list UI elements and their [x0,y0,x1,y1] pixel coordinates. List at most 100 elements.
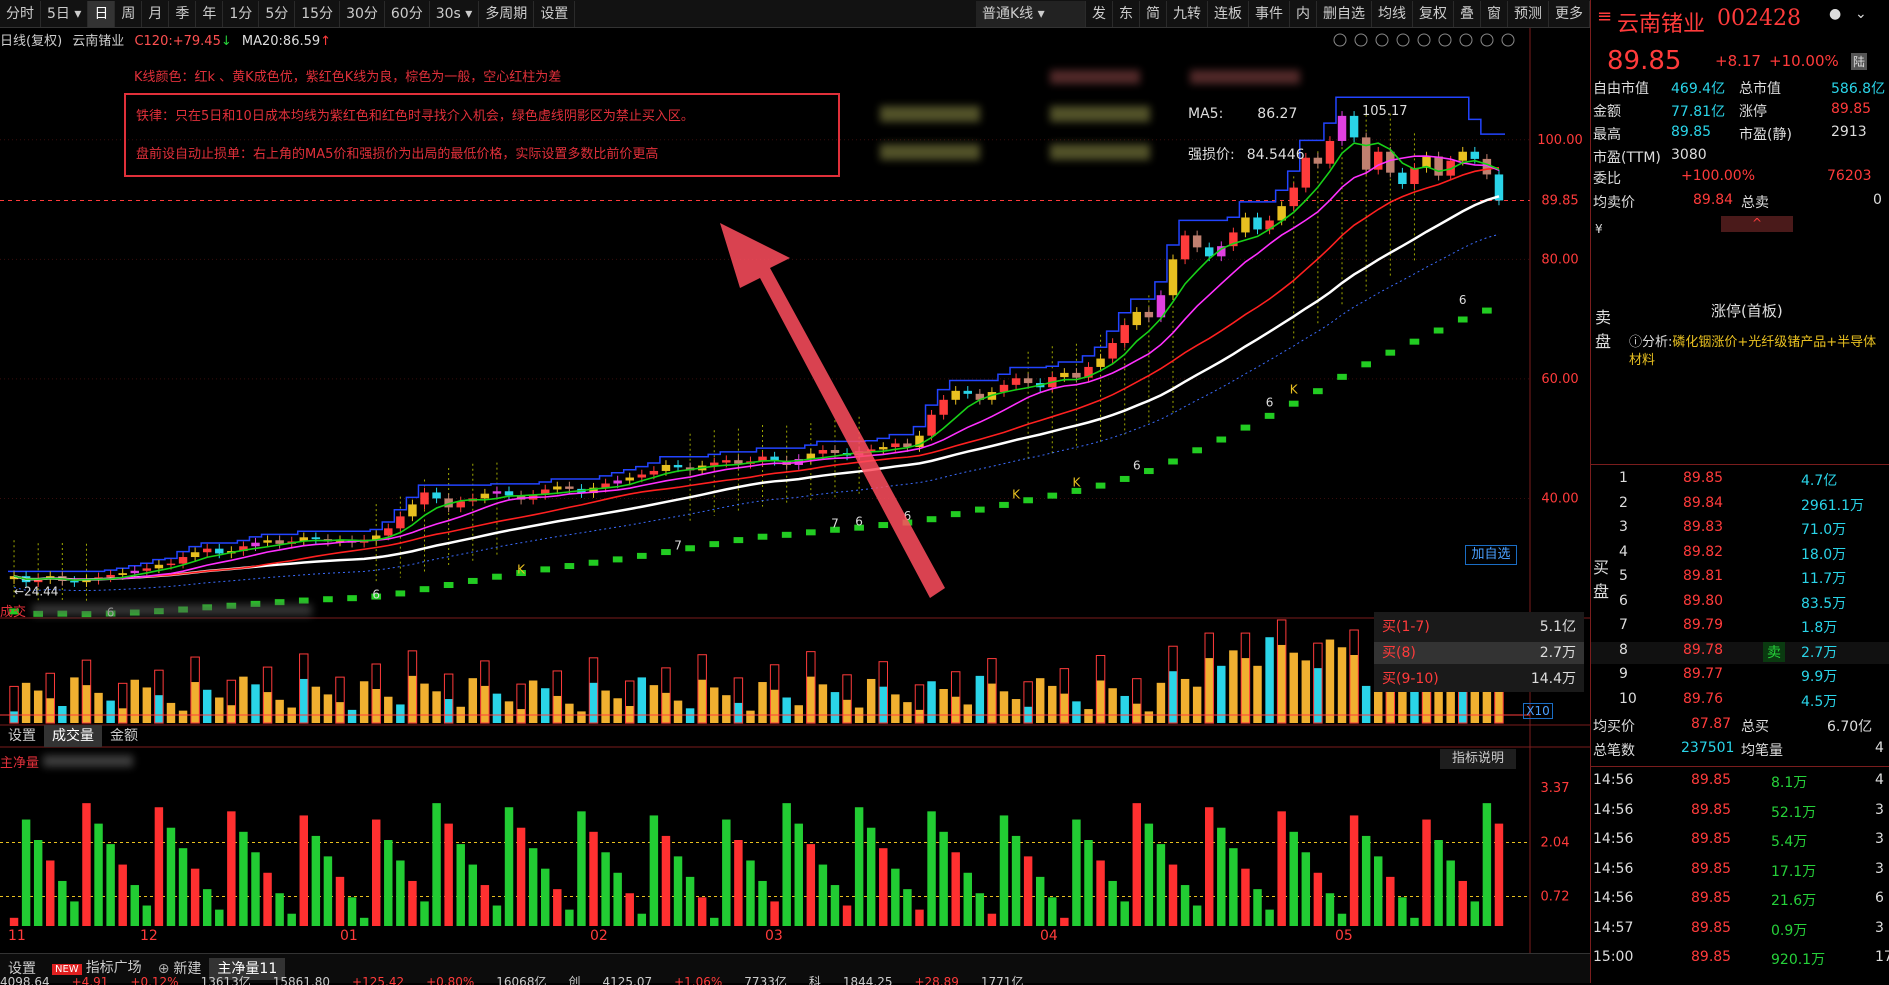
chart-tool-icon[interactable] [1333,33,1347,47]
book-price: 89.76 [1683,690,1724,707]
toolbar-right-13[interactable]: 更多 [1549,0,1590,27]
volume-bar [637,677,647,723]
period-tab-0[interactable]: 分时 [0,0,41,27]
candle-body [1470,151,1480,159]
toolbar-right-11[interactable]: 窗 [1481,0,1508,27]
support-brick [636,552,647,559]
volume-bar [1289,652,1298,723]
book-level: 7 [1619,617,1628,633]
volume-bar [1180,678,1190,723]
toolbar-right-8[interactable]: 均线 [1372,0,1413,27]
netflow-bar [82,803,91,926]
netflow-bar [1204,807,1214,926]
toolbar-right-3[interactable]: 九转 [1167,0,1208,27]
netflow-bar [347,897,357,926]
volume-bar [82,685,91,723]
candle-body [396,516,405,529]
tick-price: 89.85 [1691,801,1732,818]
chart-tool-icon[interactable] [1459,33,1473,47]
toolbar-right-12[interactable]: 预测 [1508,0,1549,27]
netflow-bar [649,815,659,926]
netflow-bar [1277,811,1286,926]
toolbar-right-1[interactable]: 东 [1113,0,1140,27]
kline-mode-select[interactable]: 普通K线 ▾ [976,0,1086,27]
toolbar-right-10[interactable]: 叠 [1454,0,1481,27]
toolbar-right-4[interactable]: 连板 [1208,0,1249,27]
candle-body [480,493,490,499]
chart-tool-icon[interactable] [1375,33,1389,47]
netflow-bar [1289,831,1298,926]
period-tab-6[interactable]: 年 [196,0,224,27]
quote-row: 14:56 89.85 17.1万 3 [1591,861,1889,883]
period-tab-10[interactable]: 30分 [340,0,385,27]
book-volume: 2.7万 [1801,644,1838,661]
total-buy-label: 总买 [1741,719,1769,735]
indicator-explain-button[interactable]: 指标说明 [1440,749,1516,769]
netflow-bar [770,901,779,926]
stat-label: 总市值 [1739,81,1781,97]
volume-tab-2[interactable]: 金额 [102,725,146,747]
tick-time: 14:56 [1593,860,1634,877]
period-tab-7[interactable]: 1分 [223,0,260,27]
volume-bar [722,695,731,723]
period-tab-8[interactable]: 5分 [259,0,296,27]
volume-bar [565,703,574,723]
period-tab-13[interactable]: 多周期 [479,0,535,27]
chart-tool-icon[interactable] [1480,33,1494,47]
x10-toggle[interactable]: X10 [1523,703,1553,719]
netflow-bar [1011,835,1021,926]
tick-volume: 17.1万 [1771,863,1817,880]
book-level: 5 [1619,568,1628,584]
toolbar-right-7[interactable]: 删自选 [1317,0,1372,27]
book-volume: 2961.1万 [1801,497,1864,514]
chart-tool-icon[interactable] [1354,33,1368,47]
netflow-bar [1386,876,1395,926]
candle-body [1168,259,1178,296]
chart-tool-icon[interactable] [1417,33,1431,47]
candle-body [178,557,188,564]
candle-body [166,563,176,566]
netflow-bar [166,827,176,926]
period-tab-9[interactable]: 15分 [295,0,341,27]
period-tab-4[interactable]: 月 [142,0,170,27]
period-tab-1[interactable]: 5日 ▾ [41,0,89,27]
ticks-divider [1591,766,1889,767]
toolbar-right-5[interactable]: 事件 [1249,0,1290,27]
candle-body [263,540,272,543]
price-pct: +10.00% [1769,52,1839,70]
sell-tag: 卖 [1763,641,1785,662]
period-tab-12[interactable]: 30s ▾ [430,0,480,27]
period-tab-11[interactable]: 60分 [385,0,430,27]
toolbar-right-9[interactable]: 复权 [1413,0,1454,27]
stoploss-label: 强损价: [1188,147,1235,163]
analysis-block[interactable]: ⓘ分析:磷化铟涨价+光纤级锗产品+半导体材料 [1629,334,1879,370]
chart-tool-icon[interactable] [1438,33,1452,47]
add-favorite-button[interactable]: 加自选 [1465,545,1517,565]
toolbar-right-2[interactable]: 简 [1140,0,1167,27]
chart-tool-icon[interactable] [1501,33,1515,47]
period-tab-5[interactable]: 季 [169,0,197,27]
volume-tab-1[interactable]: 成交量 [44,725,102,747]
volume-tab-0[interactable]: 设置 [0,725,44,747]
netflow-bar [371,819,381,926]
toolbar-right-0[interactable]: 发 [1086,0,1113,27]
tape-item: 15861.80 [272,975,331,985]
candle-body [1072,372,1081,378]
netflow-bar [504,807,514,926]
netflow-title: 主净量 [0,752,134,771]
volume-bar [130,679,139,723]
volume-bar [1217,665,1226,723]
tape-item: +125.42 [352,975,405,985]
chart-tool-icon[interactable] [1396,33,1410,47]
netflow-bar [661,835,671,926]
toolbar-right-6[interactable]: 内 [1290,0,1317,27]
period-tab-3[interactable]: 周 [115,0,143,27]
netflow-bar [830,885,840,926]
netflow-bar [794,823,803,926]
support-brick [661,549,671,556]
candle-body [1253,217,1262,230]
volume-bar [975,675,985,723]
period-tab-14[interactable]: 设置 [534,0,576,27]
period-tab-2[interactable]: 日 [88,0,116,27]
collapse-asks-button[interactable]: ^ [1721,216,1793,232]
